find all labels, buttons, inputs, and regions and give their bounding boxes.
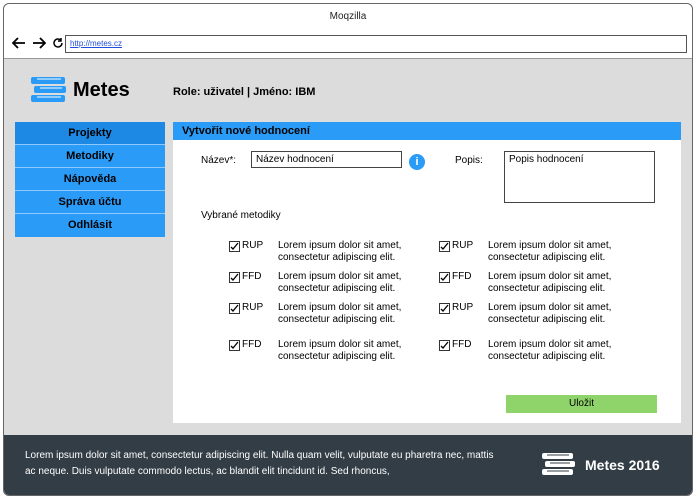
brand-name: Metes [73, 78, 130, 101]
method-name: FFD [242, 271, 262, 282]
sidebar: Projekty Metodiky Nápověda Správa účtu O… [15, 122, 165, 237]
logo: Metes [29, 75, 130, 105]
method-description: Lorem ipsum dolor sit amet, consectetur … [488, 302, 612, 325]
method-name: FFD [452, 271, 472, 282]
method-name: FFD [242, 339, 262, 350]
sidebar-item-sprava-uctu[interactable]: Správa účtu [15, 191, 165, 214]
checkbox[interactable] [229, 340, 240, 351]
footer-brand: Metes 2016 [541, 452, 660, 478]
footer: Lorem ipsum dolor sit amet, consectetur … [4, 435, 692, 495]
method-description: Lorem ipsum dolor sit amet, consectetur … [488, 240, 612, 263]
method-name: RUP [242, 240, 264, 251]
info-icon[interactable]: i [409, 154, 425, 170]
method-name: RUP [452, 240, 474, 251]
books-icon [31, 77, 66, 102]
method-item: RUP Lorem ipsum dolor sit amet, consecte… [229, 302, 418, 326]
back-arrow-icon[interactable] [12, 37, 26, 49]
method-description: Lorem ipsum dolor sit amet, consectetur … [278, 339, 402, 362]
sidebar-item-odhlasit[interactable]: Odhlásit [15, 214, 165, 237]
check-icon [440, 242, 449, 250]
check-icon [230, 304, 239, 312]
checkbox[interactable] [439, 241, 450, 252]
methods-label: Vybrané metodiky [201, 210, 281, 221]
footer-text: Lorem ipsum dolor sit amet, consectetur … [25, 450, 494, 477]
browser-window: Moqzilla http://metes.cz Metes Role: uži… [3, 3, 693, 496]
app-area: Metes Role: uživatel | Jméno: IBM Projek… [4, 58, 692, 495]
browser-nav [12, 35, 64, 51]
description-label: Popis: [455, 155, 483, 166]
checkbox[interactable] [229, 303, 240, 314]
name-input[interactable]: Název hodnocení [251, 151, 402, 168]
checkbox[interactable] [229, 241, 240, 252]
method-description: Lorem ipsum dolor sit amet, consectetur … [278, 240, 402, 263]
checkbox[interactable] [439, 340, 450, 351]
reload-icon[interactable] [52, 37, 64, 49]
checkbox[interactable] [439, 303, 450, 314]
check-icon [440, 341, 449, 349]
method-description: Lorem ipsum dolor sit amet, consectetur … [278, 271, 402, 294]
description-input[interactable]: Popis hodnocení [504, 151, 655, 203]
method-description: Lorem ipsum dolor sit amet, consectetur … [488, 339, 612, 362]
forward-arrow-icon[interactable] [32, 37, 46, 49]
user-role: Role: uživatel | Jméno: IBM [173, 86, 316, 98]
method-name: RUP [452, 302, 474, 313]
check-icon [440, 273, 449, 281]
method-name: RUP [242, 302, 264, 313]
method-description: Lorem ipsum dolor sit amet, consectetur … [488, 271, 612, 294]
save-button[interactable]: Uložit [506, 395, 657, 413]
sidebar-item-metodiky[interactable]: Metodiky [15, 145, 165, 168]
method-item: FFD Lorem ipsum dolor sit amet, consecte… [439, 271, 628, 295]
method-name: FFD [452, 339, 472, 350]
method-item: RUP Lorem ipsum dolor sit amet, consecte… [229, 240, 418, 264]
method-item: FFD Lorem ipsum dolor sit amet, consecte… [229, 339, 418, 363]
checkbox[interactable] [229, 272, 240, 283]
method-item: FFD Lorem ipsum dolor sit amet, consecte… [439, 339, 628, 363]
method-item: RUP Lorem ipsum dolor sit amet, consecte… [439, 240, 628, 264]
check-icon [230, 273, 239, 281]
footer-brand-text: Metes 2016 [585, 457, 660, 473]
checkbox[interactable] [439, 272, 450, 283]
sidebar-item-napoveda[interactable]: Nápověda [15, 168, 165, 191]
window-title: Moqzilla [329, 11, 367, 22]
method-description: Lorem ipsum dolor sit amet, consectetur … [278, 302, 402, 325]
form-panel: Vytvořit nové hodnocení Název*: Název ho… [173, 122, 681, 423]
method-item: FFD Lorem ipsum dolor sit amet, consecte… [229, 271, 418, 295]
method-item: RUP Lorem ipsum dolor sit amet, consecte… [439, 302, 628, 326]
check-icon [230, 242, 239, 250]
name-label: Název*: [201, 155, 237, 166]
address-bar[interactable]: http://metes.cz [65, 35, 687, 53]
check-icon [440, 304, 449, 312]
check-icon [230, 341, 239, 349]
books-icon [542, 453, 575, 475]
panel-title: Vytvořit nové hodnocení [173, 122, 681, 140]
sidebar-item-projekty[interactable]: Projekty [15, 122, 165, 145]
